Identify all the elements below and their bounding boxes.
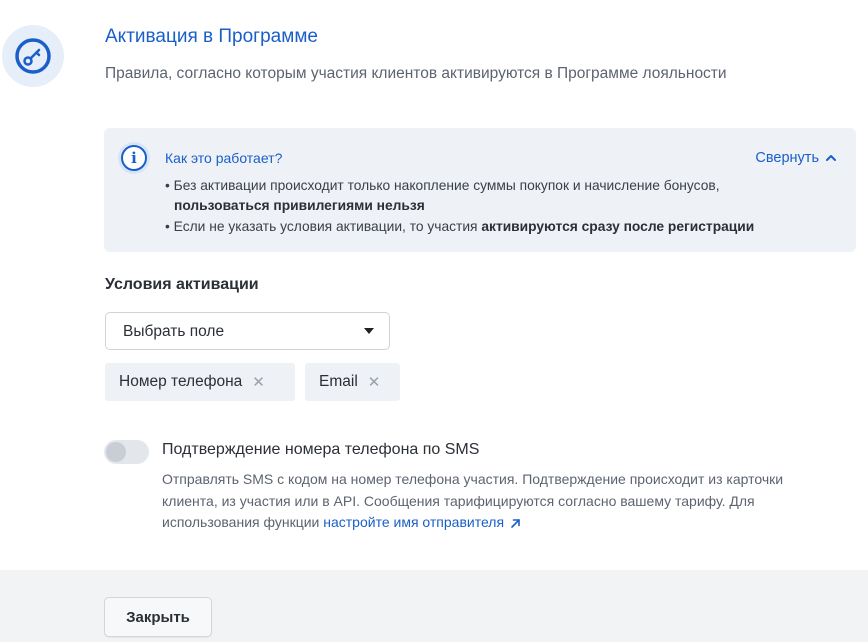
sender-name-link-label: настройте имя отправителя bbox=[323, 514, 505, 530]
info-bullet-1: • Без активации происходит только накопл… bbox=[165, 176, 720, 216]
page-subtitle: Правила, согласно которым участия клиент… bbox=[105, 65, 727, 82]
condition-tag-email: Email ✕ bbox=[305, 363, 400, 401]
remove-tag-icon[interactable]: ✕ bbox=[368, 373, 381, 391]
info-bullet-1-bold: пользоваться привилегиями нельзя bbox=[174, 198, 425, 213]
how-it-works-panel: i Как это работает? Свернуть • Без актив… bbox=[104, 128, 856, 252]
info-bullet-2: • Если не указать условия активации, то … bbox=[165, 217, 754, 237]
info-icon: i bbox=[121, 145, 147, 171]
collapse-label: Свернуть bbox=[755, 150, 819, 166]
condition-tag-phone: Номер телефона ✕ bbox=[105, 363, 295, 401]
field-select-value: Выбрать поле bbox=[123, 323, 225, 340]
toggle-knob bbox=[106, 442, 126, 462]
condition-tag-label: Email bbox=[319, 373, 358, 390]
key-icon-badge bbox=[2, 25, 64, 87]
sender-name-link[interactable]: настройте имя отправителя bbox=[323, 514, 521, 530]
condition-tag-label: Номер телефона bbox=[119, 373, 243, 390]
external-link-icon bbox=[511, 518, 520, 528]
sms-confirmation-description: Отправлять SMS с кодом на номер телефона… bbox=[162, 469, 842, 534]
info-bullet-2-text: • Если не указать условия активации, то … bbox=[165, 219, 482, 234]
chevron-up-icon bbox=[826, 155, 836, 161]
sms-confirmation-toggle[interactable] bbox=[104, 440, 149, 464]
collapse-button[interactable]: Свернуть bbox=[755, 150, 837, 166]
info-bullet-2-bold: активируются сразу после регистрации bbox=[481, 219, 755, 234]
remove-tag-icon[interactable]: ✕ bbox=[252, 373, 265, 391]
info-title: Как это работает? bbox=[165, 150, 283, 166]
conditions-title: Условия активации bbox=[105, 276, 259, 293]
key-icon bbox=[15, 38, 51, 74]
close-button[interactable]: Закрыть bbox=[104, 597, 212, 637]
field-select[interactable]: Выбрать поле bbox=[105, 312, 390, 350]
sms-confirmation-title: Подтверждение номера телефона по SMS bbox=[162, 441, 480, 458]
info-bullet-1-text: • Без активации происходит только накопл… bbox=[165, 178, 720, 193]
page-title: Активация в Программе bbox=[105, 26, 318, 47]
caret-down-icon bbox=[364, 328, 374, 334]
